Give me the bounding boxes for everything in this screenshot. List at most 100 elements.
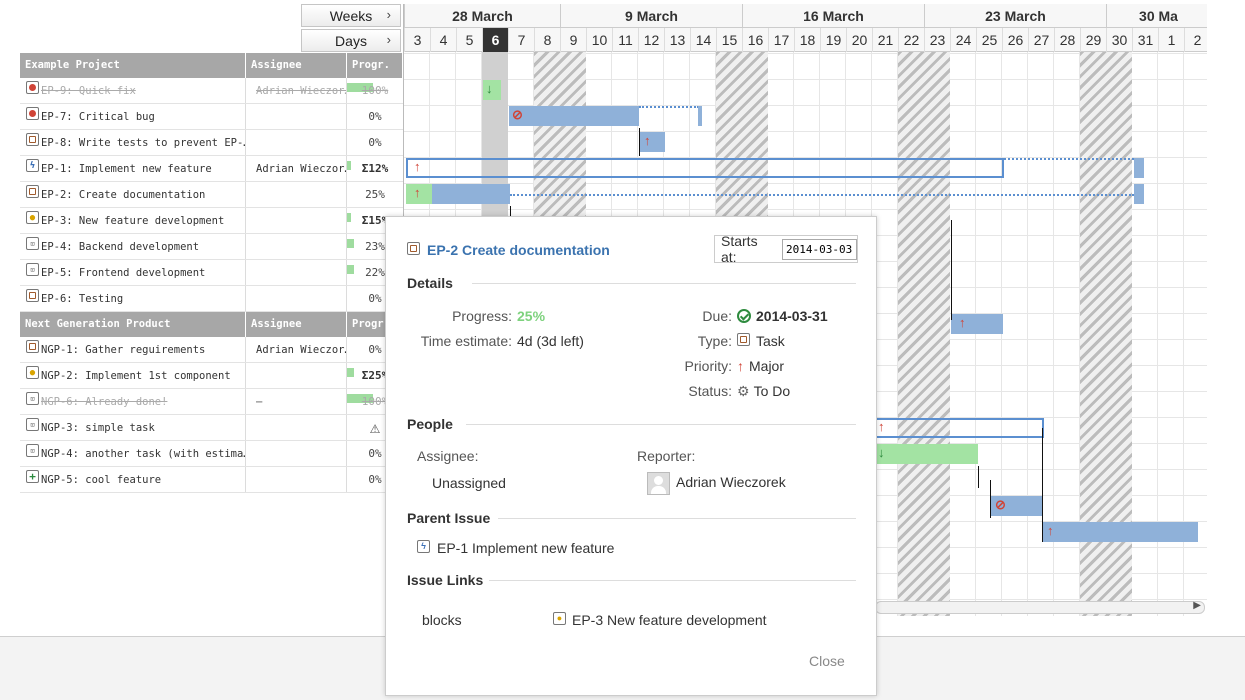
issue-summary: EP-8: Write tests to prevent EP-… [41, 136, 246, 149]
parent-heading: Parent Issue [407, 510, 491, 526]
table-row[interactable]: ● NGP-2: Implement 1st component Σ25% [20, 363, 403, 389]
issue-cell[interactable]: ⊡ NGP-6: Already done! [20, 389, 246, 414]
issue-cell[interactable]: ● NGP-2: Implement 1st component [20, 363, 246, 388]
day-label: 3 [404, 28, 430, 52]
dependency-line [639, 106, 699, 108]
assignee-cell: Adrian Wieczor… [246, 156, 347, 181]
table-row[interactable]: + NGP-5: cool feature 0% [20, 467, 403, 493]
day-label: 15 [716, 28, 742, 52]
dependency-line [1004, 158, 1134, 160]
priority-major-icon: ↑ [737, 358, 744, 374]
table-row[interactable]: EP-7: Critical bug 0% [20, 104, 403, 130]
progress-value: 0% [368, 110, 382, 123]
day-label: 28 [1054, 28, 1080, 52]
assignee-cell [246, 182, 347, 207]
popup-title[interactable]: EP-2 Create documentation [407, 241, 610, 258]
issue-cell[interactable]: EP-8: Write tests to prevent EP-… [20, 130, 246, 155]
day-label: 24 [950, 28, 976, 52]
table-row[interactable]: EP-9: Quick fix Adrian Wieczor… 100% [20, 78, 403, 104]
assignee-cell: – [246, 389, 347, 414]
day-label: 18 [794, 28, 820, 52]
day-label: 17 [768, 28, 794, 52]
new-feature-icon: + [26, 470, 39, 483]
type-label: Type: [697, 333, 732, 349]
header-progress[interactable]: Progr. [347, 53, 403, 78]
horizontal-scrollbar[interactable]: ▶ [875, 600, 1205, 614]
table-row[interactable]: ● EP-3: New feature development Σ15% [20, 208, 403, 234]
chevron-right-icon: › [386, 32, 391, 47]
priority-major-icon: ↑ [878, 419, 885, 434]
issue-cell[interactable]: EP-6: Testing [20, 286, 246, 311]
progress-value: 0% [368, 343, 382, 356]
month-label: 9 March [560, 4, 742, 28]
issue-cell[interactable]: + NGP-5: cool feature [20, 467, 246, 492]
issue-cell[interactable]: ⊡ NGP-3: simple task [20, 415, 246, 440]
task-icon [26, 185, 39, 198]
table-row[interactable]: NGP-1: Gather reguirements Adrian Wieczor… [20, 337, 403, 363]
issue-cell[interactable]: EP-2: Create documentation [20, 182, 246, 207]
progress-value: 0% [368, 447, 382, 460]
issue-cell[interactable]: EP-9: Quick fix [20, 78, 246, 103]
status-value: ⚙ To Do [737, 383, 790, 400]
zoom-days-button[interactable]: Days › [301, 29, 401, 52]
issue-cell[interactable]: ⊡ EP-5: Frontend development [20, 260, 246, 285]
gantt-bar [1134, 158, 1144, 178]
table-row[interactable]: ⊡ NGP-4: another task (with estima… 0% [20, 441, 403, 467]
dependency-connector [978, 466, 979, 488]
status-label: Status: [688, 383, 732, 399]
status-todo-icon: ⚙ [737, 383, 750, 399]
starts-at-input[interactable] [782, 238, 857, 260]
progress-cell: 0% [347, 130, 403, 155]
gantt-bar [1134, 184, 1144, 204]
issue-cell[interactable]: ϟ EP-1: Implement new feature [20, 156, 246, 181]
day-label: 5 [456, 28, 482, 52]
progress-bar [347, 161, 351, 170]
header-project[interactable]: Example Project [20, 53, 246, 78]
assignee-cell [246, 415, 347, 440]
dependency-connector [1042, 428, 1043, 542]
table-row[interactable]: ⊡ EP-5: Frontend development 22% [20, 260, 403, 286]
zoom-weeks-button[interactable]: Weeks › [301, 4, 401, 27]
assignee-cell [246, 286, 347, 311]
task-icon [26, 289, 39, 302]
gantt-bar [432, 184, 510, 204]
header-assignee[interactable]: Assignee [246, 312, 347, 337]
day-label: 7 [508, 28, 534, 52]
assignee-value: Unassigned [432, 475, 506, 491]
table-row[interactable]: EP-2: Create documentation 25% [20, 182, 403, 208]
subtask-icon: ⊡ [26, 392, 39, 405]
issue-cell[interactable]: NGP-1: Gather reguirements [20, 337, 246, 362]
issue-cell[interactable]: EP-7: Critical bug [20, 104, 246, 129]
table-row[interactable]: ϟ EP-1: Implement new feature Adrian Wiecz… [20, 156, 403, 182]
day-label: 25 [976, 28, 1002, 52]
issue-cell[interactable]: ⊡ NGP-4: another task (with estima… [20, 441, 246, 466]
progress-cell: 0% [347, 104, 403, 129]
assignee-cell [246, 208, 347, 233]
priority-text: Major [749, 358, 785, 374]
estimate-label: Time estimate: [420, 333, 512, 349]
reporter-name: Adrian Wieczorek [676, 474, 786, 491]
gantt-summary-bar [406, 158, 1004, 178]
table-row[interactable]: EP-6: Testing 0% [20, 286, 403, 312]
table-row[interactable]: ⊡ NGP-3: simple task ⚠ [20, 415, 403, 441]
issue-summary: EP-1: Implement new feature [41, 162, 212, 175]
issue-summary: NGP-1: Gather reguirements [41, 343, 206, 356]
starts-at-label: Starts at: [721, 233, 758, 265]
table-row[interactable]: EP-8: Write tests to prevent EP-… 0% [20, 130, 403, 156]
issue-summary: EP-7: Critical bug [41, 110, 155, 123]
day-label: 11 [612, 28, 638, 52]
reporter-value[interactable]: Adrian Wieczorek [647, 472, 786, 495]
close-button[interactable]: Close [809, 653, 845, 669]
table-row[interactable]: ⊡ NGP-6: Already done! –100% [20, 389, 403, 415]
header-assignee[interactable]: Assignee [246, 53, 347, 78]
header-project[interactable]: Next Generation Product [20, 312, 246, 337]
issue-summary: NGP-5: cool feature [41, 473, 162, 486]
issue-cell[interactable]: ● EP-3: New feature development [20, 208, 246, 233]
parent-issue-link[interactable]: ϟ EP-1 Implement new feature [417, 539, 614, 556]
linked-issue[interactable]: ● EP-3 New feature development [553, 611, 767, 628]
dependency-connector [951, 220, 952, 320]
blocked-icon: ⊘ [512, 107, 523, 122]
issue-cell[interactable]: ⊡ EP-4: Backend development [20, 234, 246, 259]
table-row[interactable]: ⊡ EP-4: Backend development 23% [20, 234, 403, 260]
scroll-right-icon[interactable]: ▶ [1193, 600, 1201, 611]
